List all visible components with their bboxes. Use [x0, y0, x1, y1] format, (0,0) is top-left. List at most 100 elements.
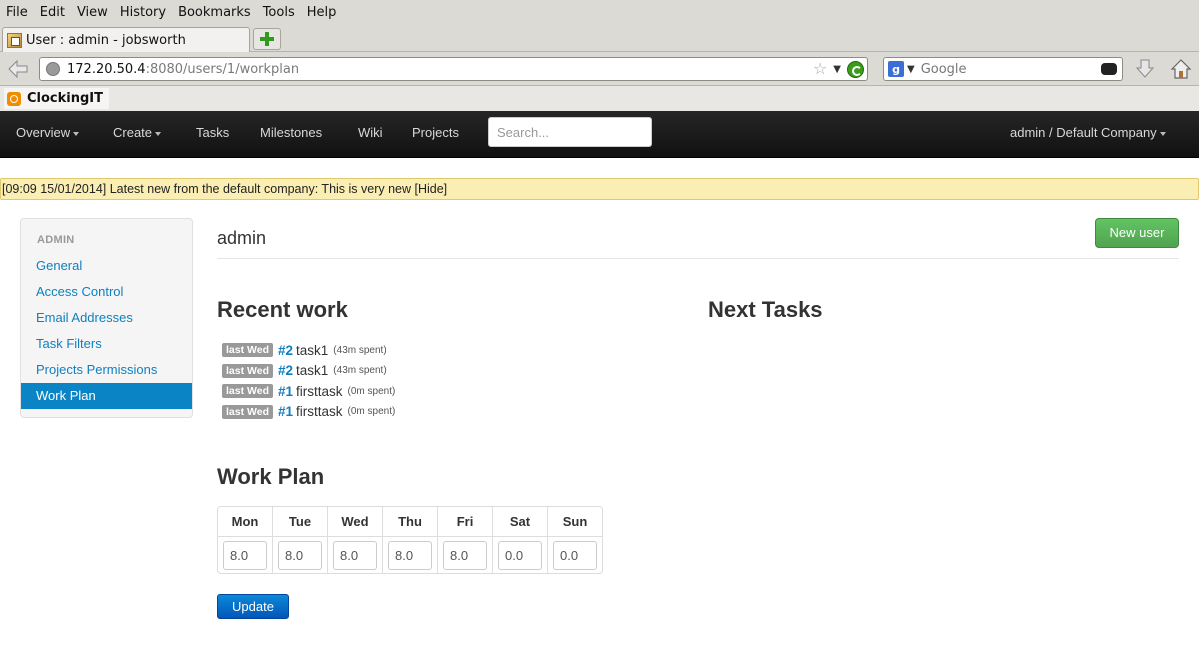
hours-cell: [382, 536, 437, 573]
task-id-link[interactable]: #1: [278, 404, 293, 419]
caret-down-icon: [155, 131, 162, 136]
browser-search-box[interactable]: g ▼ Google: [883, 57, 1123, 81]
new-user-button[interactable]: New user: [1095, 218, 1179, 248]
table-row: [218, 536, 602, 573]
hours-input-sat[interactable]: [498, 540, 542, 570]
work-plan-heading: Work Plan: [217, 464, 325, 489]
day-header-tue: Tue: [272, 507, 327, 536]
hours-input-thu[interactable]: [388, 540, 432, 570]
admin-sidebar: ADMIN General Access Control Email Addre…: [20, 218, 193, 418]
user-menu[interactable]: admin / Default Company: [1010, 111, 1166, 154]
hours-cell: [547, 536, 602, 573]
update-button[interactable]: Update: [217, 594, 289, 619]
url-host: 172.20.50.4: [67, 61, 146, 77]
hours-cell: [272, 536, 327, 573]
time-spent: (0m spent): [347, 385, 396, 397]
reload-icon[interactable]: [847, 60, 864, 78]
hours-input-fri[interactable]: [443, 540, 487, 570]
day-header-fri: Fri: [437, 507, 492, 536]
url-bar[interactable]: 172.20.50.4:8080/users/1/workplan ☆ ▼: [39, 57, 868, 81]
task-name[interactable]: firsttask: [296, 404, 343, 419]
hours-input-tue[interactable]: [278, 540, 322, 570]
home-button[interactable]: [1170, 58, 1192, 84]
nav-overview[interactable]: Overview: [16, 111, 80, 154]
clock-icon: [7, 91, 21, 106]
nav-tasks[interactable]: Tasks: [196, 111, 229, 154]
task-id-link[interactable]: #1: [278, 384, 293, 399]
sidebar-item-task-filters[interactable]: Task Filters: [21, 331, 192, 357]
time-spent: (0m spent): [347, 406, 396, 418]
time-spent: (43m spent): [333, 365, 387, 377]
sidebar-item-access-control[interactable]: Access Control: [21, 279, 192, 305]
bookmark-label: ClockingIT: [27, 91, 104, 106]
task-name[interactable]: firsttask: [296, 384, 343, 399]
list-item: last Wed #2 task1 (43m spent): [222, 361, 395, 382]
nav-create-label: Create: [113, 125, 153, 140]
work-plan-table: Mon Tue Wed Thu Fri Sat Sun: [217, 506, 603, 574]
bookmarks-bar: ClockingIT: [0, 86, 1199, 111]
hours-input-sun[interactable]: [553, 540, 597, 570]
menu-bookmarks[interactable]: Bookmarks: [178, 5, 251, 20]
menu-tools[interactable]: Tools: [263, 5, 295, 20]
browser-menubar: File Edit View History Bookmarks Tools H…: [0, 0, 1199, 25]
bookmark-clockingit[interactable]: ClockingIT: [4, 88, 110, 109]
nav-milestones[interactable]: Milestones: [260, 111, 322, 154]
nav-wiki[interactable]: Wiki: [358, 111, 383, 154]
sidebar-item-projects-permissions[interactable]: Projects Permissions: [21, 357, 192, 383]
browser-tabbar: User : admin - jobsworth: [0, 25, 1199, 52]
downloads-button[interactable]: [1135, 59, 1155, 83]
hours-cell: [218, 536, 272, 573]
hours-input-mon[interactable]: [223, 540, 267, 570]
menu-view[interactable]: View: [77, 5, 108, 20]
time-spent: (43m spent): [333, 344, 387, 356]
bookmark-star-icon[interactable]: ☆: [813, 60, 827, 78]
list-item: last Wed #2 task1 (43m spent): [222, 340, 395, 361]
user-menu-label: admin / Default Company: [1010, 125, 1157, 140]
list-item: last Wed #1 firsttask (0m spent): [222, 402, 395, 423]
search-engine-dropdown-icon[interactable]: ▼: [907, 64, 915, 75]
day-header-sat: Sat: [492, 507, 547, 536]
nav-create[interactable]: Create: [113, 111, 162, 154]
app-navbar: Overview Create Tasks Milestones Wiki Pr…: [0, 111, 1199, 158]
date-badge: last Wed: [222, 343, 273, 358]
binoculars-search-icon[interactable]: [1101, 63, 1117, 75]
sidebar-item-work-plan[interactable]: Work Plan: [21, 383, 192, 409]
day-header-mon: Mon: [231, 514, 259, 529]
hours-cell: [437, 536, 492, 573]
google-search-engine-icon[interactable]: g: [888, 61, 904, 77]
task-name[interactable]: task1: [296, 343, 328, 358]
url-history-dropdown-icon[interactable]: ▼: [833, 64, 841, 75]
sidebar-item-email-addresses[interactable]: Email Addresses: [21, 305, 192, 331]
day-header-sun: Sun: [547, 507, 602, 536]
globe-icon: [46, 62, 60, 76]
back-button[interactable]: [6, 58, 30, 80]
nav-overview-label: Overview: [16, 125, 71, 140]
browser-search-placeholder: Google: [920, 61, 967, 77]
page-favicon-icon: [7, 32, 22, 48]
app-search-input[interactable]: [488, 117, 652, 147]
next-tasks-heading: Next Tasks: [708, 297, 823, 322]
task-id-link[interactable]: #2: [278, 363, 293, 378]
hours-cell: [327, 536, 382, 573]
new-tab-button[interactable]: [253, 28, 281, 50]
back-arrow-icon: [8, 60, 28, 78]
nav-projects[interactable]: Projects: [412, 111, 459, 154]
recent-work-list: last Wed #2 task1 (43m spent) last Wed #…: [222, 340, 395, 422]
plus-icon: [260, 32, 274, 46]
hours-input-wed[interactable]: [333, 540, 377, 570]
day-header-wed: Wed: [327, 507, 382, 536]
browser-toolbar: 172.20.50.4:8080/users/1/workplan ☆ ▼ g …: [0, 52, 1199, 86]
hours-cell: [492, 536, 547, 573]
date-badge: last Wed: [222, 363, 273, 378]
browser-tab-active[interactable]: User : admin - jobsworth: [2, 27, 250, 52]
sidebar-item-general[interactable]: General: [21, 253, 192, 279]
menu-edit[interactable]: Edit: [40, 5, 65, 20]
sidebar-header: ADMIN: [37, 234, 75, 246]
task-id-link[interactable]: #2: [278, 343, 293, 358]
task-name[interactable]: task1: [296, 363, 328, 378]
menu-history[interactable]: History: [120, 5, 166, 20]
menu-help[interactable]: Help: [307, 5, 337, 20]
caret-down-icon: [1159, 131, 1166, 136]
page-title: admin: [217, 228, 267, 248]
menu-file[interactable]: File: [6, 5, 28, 20]
